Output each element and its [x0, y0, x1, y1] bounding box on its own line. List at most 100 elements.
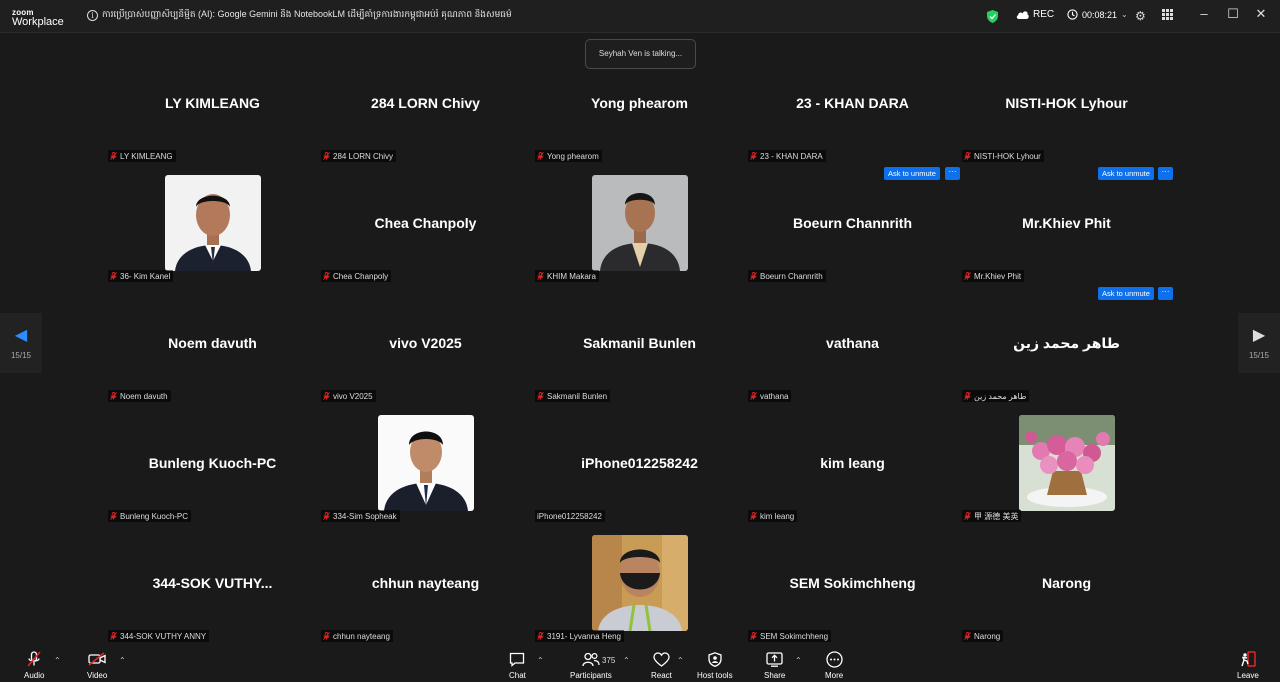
participant-tile[interactable]: iPhone012258242 iPhone012258242	[533, 417, 746, 537]
participant-display-name: 284 LORN Chivy	[371, 95, 480, 111]
participant-photo	[165, 175, 261, 271]
host-tools-label: Host tools	[697, 671, 733, 680]
video-options-caret[interactable]: ⌃	[119, 656, 126, 665]
video-button[interactable]: Video	[87, 651, 107, 680]
participants-icon	[582, 652, 600, 666]
touch-up-icon[interactable]: ⚙	[1135, 9, 1146, 23]
more-button[interactable]: More	[825, 650, 843, 680]
audio-options-caret[interactable]: ⌃	[54, 656, 61, 665]
participant-tile[interactable]: KHIM Makara	[533, 175, 746, 297]
ask-to-unmute-button[interactable]: Ask to unmute	[884, 167, 940, 180]
leave-label: Leave	[1237, 671, 1259, 680]
participant-display-name: vivo V2025	[389, 335, 462, 351]
host-tools-button[interactable]: Host tools	[697, 651, 733, 680]
tile-more-button[interactable]: ···	[1158, 167, 1173, 180]
next-page-button[interactable]: ▶ 15/15	[1238, 313, 1280, 373]
recording-indicator[interactable]: REC	[1016, 9, 1054, 20]
participant-photo	[1019, 415, 1115, 511]
tile-more-button[interactable]: ···	[945, 167, 960, 180]
mic-muted-icon	[537, 392, 544, 400]
participant-tile[interactable]: Chea Chanpoly Chea Chanpoly	[319, 177, 532, 297]
participant-name-label: Sakmanil Bunlen	[535, 390, 611, 402]
participant-name-text: Yong phearom	[547, 151, 599, 161]
participant-name-text: Boeurn Channrith	[760, 271, 823, 281]
close-button[interactable]: ✕	[1251, 6, 1271, 22]
participant-tile[interactable]: 23 - KHAN DARA 23 - KHAN DARA	[746, 57, 959, 177]
mic-muted-icon	[964, 392, 971, 400]
mic-muted-icon	[750, 512, 757, 520]
participant-tile[interactable]: 36- Kim Kanel	[106, 175, 319, 297]
mic-muted-icon	[964, 512, 971, 520]
participant-name-label: 284 LORN Chivy	[321, 150, 397, 162]
participant-tile[interactable]: Yong phearom Yong phearom	[533, 57, 746, 177]
share-screen-icon	[766, 651, 783, 667]
participant-tile[interactable]: NISTI-HOK Lyhour NISTI-HOK Lyhour	[960, 57, 1173, 177]
participant-tile[interactable]: Noem davuth Noem davuth	[106, 297, 319, 417]
participant-name-text: Noem davuth	[120, 391, 168, 401]
chat-options-caret[interactable]: ⌃	[537, 656, 544, 665]
share-button[interactable]: Share	[764, 651, 785, 680]
mic-muted-icon	[750, 152, 757, 160]
cloud-icon	[1016, 11, 1029, 19]
leave-icon	[1241, 651, 1256, 667]
participant-display-name: NISTI-HOK Lyhour	[1005, 95, 1128, 111]
mic-muted-icon	[110, 152, 117, 160]
participant-tile[interactable]: vivo V2025 vivo V2025	[319, 297, 532, 417]
participant-name-text: Narong	[974, 631, 1001, 641]
maximize-button[interactable]: ☐	[1223, 6, 1243, 22]
participant-tile[interactable]: 3191- Lyvanna Heng	[533, 535, 746, 657]
participant-tile[interactable]: Bunleng Kuoch-PC Bunleng Kuoch-PC	[106, 417, 319, 537]
participant-display-name: SEM Sokimchheng	[789, 575, 916, 591]
react-options-caret[interactable]: ⌃	[677, 656, 684, 665]
participant-tile[interactable]: 344-SOK VUTHY... 344-SOK VUTHY ANNY	[106, 537, 319, 657]
title-bar: zoom Workplace i ការប្រើប្រាស់បញ្ញាសិប្ប…	[0, 0, 1280, 33]
mic-muted-icon	[964, 272, 971, 280]
react-button[interactable]: React	[651, 651, 672, 680]
share-options-caret[interactable]: ⌃	[795, 656, 802, 665]
react-label: React	[651, 671, 672, 680]
mic-muted-icon	[110, 512, 117, 520]
participant-tile[interactable]: SEM Sokimchheng SEM Sokimchheng	[746, 537, 959, 657]
participant-tile[interactable]: chhun nayteang chhun nayteang	[319, 537, 532, 657]
audio-button[interactable]: Audio	[24, 651, 44, 680]
previous-page-button[interactable]: ◀ 15/15	[0, 313, 42, 373]
participant-name-label: 344-SOK VUTHY ANNY	[108, 630, 210, 642]
meeting-title: ការប្រើប្រាស់បញ្ញាសិប្បនិម្មិត (AI): Goo…	[102, 9, 512, 19]
participant-name-text: SEM Sokimchheng	[760, 631, 829, 641]
participant-tile[interactable]: Boeurn Channrith Boeurn Channrith	[746, 177, 959, 297]
meeting-timer[interactable]: 00:08:21 ⌄	[1067, 9, 1128, 20]
participant-tile[interactable]: Mr.Khiev Phit Mr.Khiev Phit	[960, 177, 1173, 297]
participant-tile[interactable]: 284 LORN Chivy 284 LORN Chivy	[319, 57, 532, 177]
ask-to-unmute-button[interactable]: Ask to unmute	[1098, 287, 1154, 300]
participants-options-caret[interactable]: ⌃	[623, 656, 630, 665]
participant-tile[interactable]: Narong Narong	[960, 537, 1173, 657]
participant-tile[interactable]: 甲 源德 美英	[960, 415, 1173, 537]
grid-view-icon[interactable]	[1162, 9, 1173, 23]
mic-muted-icon	[964, 152, 971, 160]
mic-muted-icon	[537, 272, 544, 280]
zoom-logo: zoom Workplace	[12, 8, 64, 28]
participant-tile[interactable]: Sakmanil Bunlen Sakmanil Bunlen	[533, 297, 746, 417]
participant-tile[interactable]: vathana vathana	[746, 297, 959, 417]
info-icon[interactable]: i	[87, 10, 98, 21]
shield-icon[interactable]	[987, 10, 998, 23]
participant-tile[interactable]: LY KIMLEANG LY KIMLEANG	[106, 57, 319, 177]
mic-muted-icon	[323, 272, 330, 280]
ask-to-unmute-button[interactable]: Ask to unmute	[1098, 167, 1154, 180]
chevron-down-icon: ⌄	[1121, 10, 1128, 19]
caret-right-icon: ▶	[1252, 326, 1266, 344]
participant-name-label: Bunleng Kuoch-PC	[108, 510, 192, 522]
chat-button[interactable]: Chat	[509, 651, 526, 680]
participant-display-name: Bunleng Kuoch-PC	[148, 455, 277, 471]
chat-label: Chat	[509, 671, 526, 680]
participant-name-text: Chea Chanpoly	[333, 271, 389, 281]
minimize-button[interactable]: –	[1194, 6, 1214, 21]
participant-tile[interactable]: kim leang kim leang	[746, 417, 959, 537]
participant-name-text: kim leang	[760, 511, 795, 521]
tile-more-button[interactable]: ···	[1158, 287, 1173, 300]
participant-tile[interactable]: 334-Sim Sopheak	[319, 415, 532, 537]
participant-name-text: NISTI-HOK Lyhour	[974, 151, 1041, 161]
leave-button[interactable]: Leave	[1237, 651, 1259, 680]
participant-name-label: 23 - KHAN DARA	[748, 150, 826, 162]
participant-tile[interactable]: طاهر محمد زين طاهر محمد زين	[960, 297, 1173, 417]
